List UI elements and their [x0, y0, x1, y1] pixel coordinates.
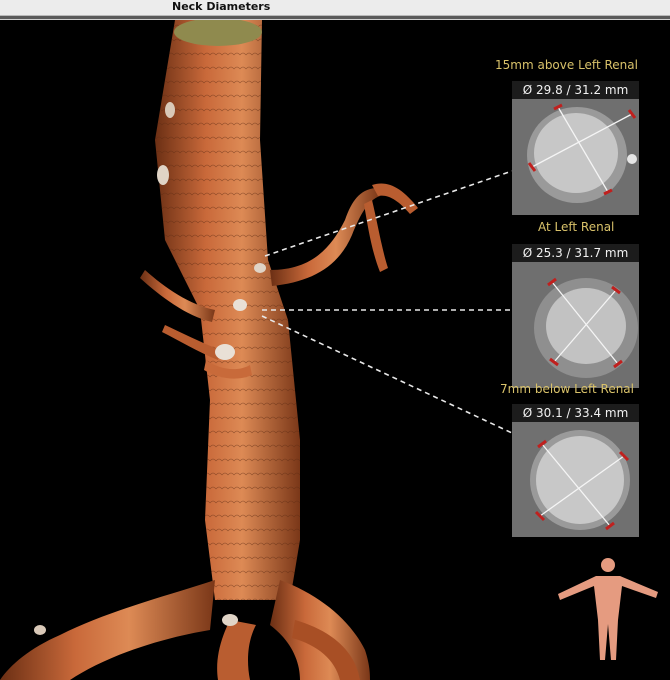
cross-section-image-below [512, 404, 639, 537]
measurement-leader-lines [261, 170, 513, 434]
cross-section-image-at [512, 244, 639, 388]
cross-section-panel-above[interactable]: Ø 29.8 / 31.2 mm [512, 81, 639, 215]
cross-section-panel-at[interactable]: Ø 25.3 / 31.7 mm [512, 244, 639, 388]
diameter-readout-above: Ø 29.8 / 31.2 mm [512, 81, 639, 99]
leader-line-above [264, 170, 513, 257]
measurement-label-below: 7mm below Left Renal [500, 382, 634, 396]
aorta-body [0, 20, 418, 680]
window-title: Neck Diameters [172, 0, 271, 13]
diameter-readout-at: Ø 25.3 / 31.7 mm [512, 244, 639, 262]
3d-vessel-viewport[interactable]: 15mm above Left Renal Ø 29.8 / 31.2 mm A… [0, 20, 670, 680]
cross-section-panel-below[interactable]: Ø 30.1 / 33.4 mm [512, 404, 639, 537]
leader-line-below [261, 315, 513, 434]
measurement-label-at: At Left Renal [538, 220, 615, 234]
window-titlebar: Neck Diameters [0, 0, 670, 16]
diameter-readout-below: Ø 30.1 / 33.4 mm [512, 404, 639, 422]
body-orientation-figure-icon[interactable] [558, 558, 658, 660]
measurement-label-above: 15mm above Left Renal [495, 58, 638, 72]
cross-section-image-above [512, 81, 639, 215]
